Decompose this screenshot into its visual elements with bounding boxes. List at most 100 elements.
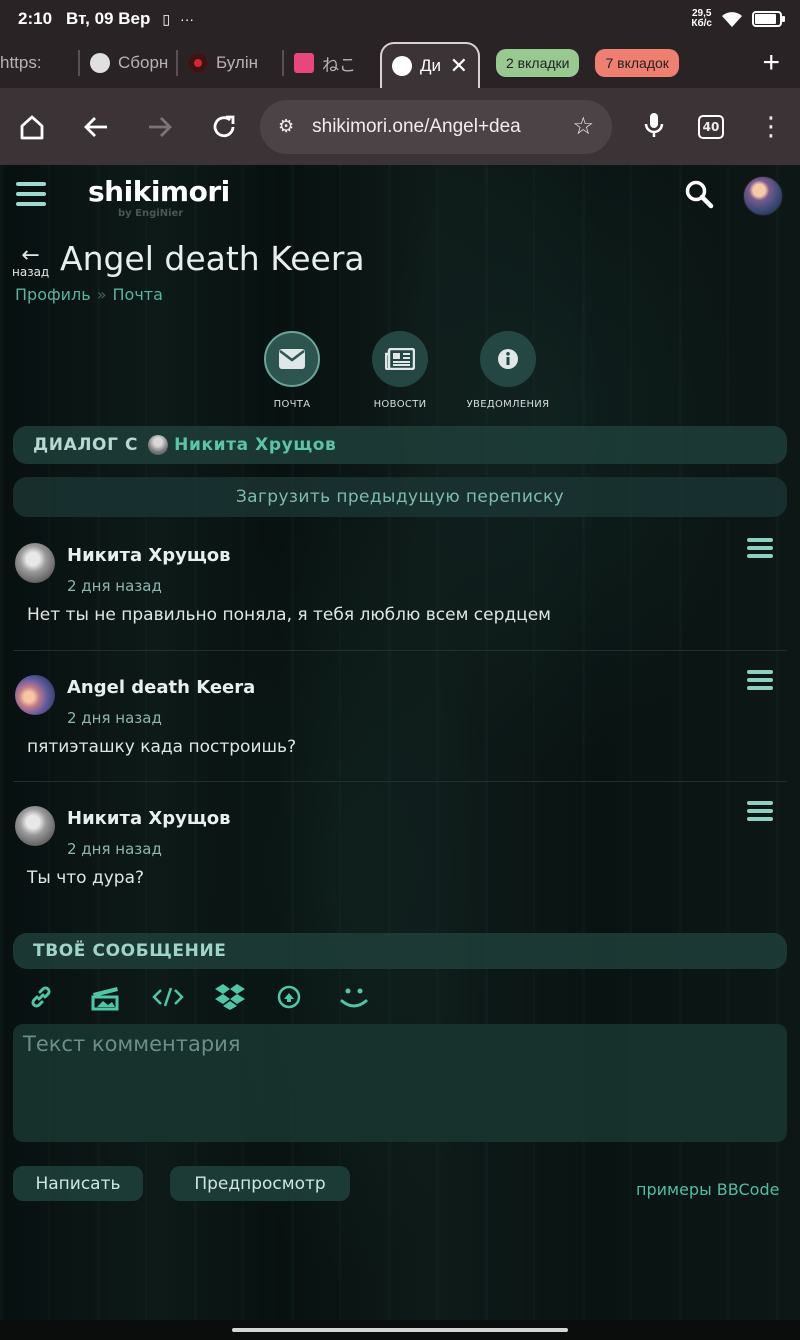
tab-label: ねこ (322, 55, 356, 75)
browser-tab-active[interactable]: Ди ✕ (380, 42, 480, 88)
message-time[interactable]: 2 дня назад (67, 709, 162, 727)
tab-label: Сборн (118, 53, 169, 72)
site-header: shikimori by EngiNier (0, 165, 800, 229)
back-label: назад (12, 265, 50, 279)
close-tab-icon[interactable]: ✕ (450, 53, 468, 79)
shikimori-favicon-icon (392, 56, 412, 76)
subnav-notifications[interactable]: УВЕДОМЛЕНИЯ (453, 331, 563, 410)
message-divider (13, 781, 787, 782)
tab-group-green[interactable]: 2 вкладки (496, 49, 580, 77)
breadcrumb-mail[interactable]: Почта (113, 285, 163, 304)
tab-label: Булін (216, 53, 258, 72)
address-bar[interactable]: ⚙ shikimori.one/Angel+dea ☆ (260, 99, 612, 154)
browser-toolbar: ⚙ shikimori.one/Angel+dea ☆ 40 ⋮ (0, 88, 800, 165)
microphone-icon[interactable] (644, 111, 664, 143)
upload-icon[interactable] (276, 979, 338, 1015)
composer-heading: ТВОЁ СООБЩЕНИЕ (13, 933, 787, 969)
home-gesture-handle[interactable] (232, 1328, 568, 1332)
sim-icon: ▯ (162, 10, 171, 27)
back-arrow-icon: ← (21, 243, 40, 268)
back-arrow-icon[interactable] (80, 111, 112, 143)
new-tab-icon[interactable]: + (762, 46, 780, 80)
message-author[interactable]: Angel death Keera (67, 677, 255, 698)
message-menu-icon[interactable] (747, 538, 773, 558)
browser-tab-strip: https: Сборн Булін ねこ Ди ✕ 2 вкладки 7 в… (0, 38, 800, 88)
web-page: shikimori by EngiNier ← назад Angel deat… (0, 165, 800, 1320)
forward-arrow-icon[interactable] (144, 111, 176, 143)
message-text: пятиэташку када построишь? (27, 737, 297, 757)
message-menu-icon[interactable] (747, 801, 773, 821)
smile-icon[interactable] (338, 979, 400, 1015)
info-icon (480, 331, 536, 387)
message-divider (13, 650, 787, 651)
link-icon[interactable] (28, 979, 90, 1015)
tab-label: https: (0, 53, 42, 72)
browser-tab[interactable]: ねこ (284, 45, 380, 81)
newspaper-icon (372, 331, 428, 387)
subnav-notifications-label: УВЕДОМЛЕНИЯ (466, 399, 550, 410)
message-author[interactable]: Никита Хрущов (67, 808, 231, 829)
subnav-news-label: НОВОСТИ (373, 399, 427, 410)
network-speed: 29,5 Кб/с (691, 9, 712, 29)
submit-button[interactable]: Написать (13, 1166, 143, 1201)
battery-icon (752, 11, 785, 27)
bookmark-star-icon[interactable]: ☆ (572, 112, 594, 141)
message-time[interactable]: 2 дня назад (67, 577, 162, 595)
browser-tab[interactable]: Сборн (80, 45, 176, 81)
site-settings-icon[interactable]: ⚙ (278, 116, 294, 137)
subnav-mail-label: ПОЧТА (273, 399, 311, 410)
dialog-user-avatar[interactable] (148, 435, 169, 455)
reload-icon[interactable] (208, 111, 240, 143)
back-link[interactable]: ← назад (12, 243, 50, 280)
preview-button[interactable]: Предпросмотр (170, 1166, 350, 1201)
dialog-heading: ДИАЛОГ С Никита Хрущов (13, 426, 787, 464)
site-logo[interactable]: shikimori (88, 175, 230, 208)
dialog-user-link[interactable]: Никита Хрущов (174, 435, 336, 455)
home-icon[interactable] (16, 111, 48, 143)
message-text: Нет ты не правильно поняла, я тебя люблю… (27, 605, 552, 625)
tab-label: Ди (420, 56, 442, 75)
message-author[interactable]: Никита Хрущов (67, 545, 231, 566)
breadcrumb-profile[interactable]: Профиль (15, 285, 91, 304)
message-avatar[interactable] (15, 675, 55, 715)
wifi-icon (722, 12, 742, 27)
user-avatar[interactable] (743, 176, 783, 216)
globe-icon (90, 53, 110, 73)
message-time[interactable]: 2 дня назад (67, 840, 162, 858)
message-avatar[interactable] (15, 806, 55, 846)
message-text: Ты что дура? (27, 868, 145, 888)
status-date: Вт, 09 Вер (66, 9, 151, 28)
page-title: Angel death Keera (60, 239, 365, 278)
browser-tab[interactable]: Булін (178, 45, 282, 81)
bbcode-examples-link[interactable]: примеры BBCode (636, 1180, 779, 1199)
load-previous-button[interactable]: Загрузить предыдущую переписку (13, 477, 787, 517)
subnav-mail[interactable]: ПОЧТА (237, 331, 347, 410)
logo-subtitle: by EngiNier (118, 208, 184, 219)
system-nav-bar (0, 1320, 800, 1340)
hamburger-menu-icon[interactable] (16, 182, 46, 206)
dialog-heading-label: ДИАЛОГ С (33, 435, 139, 455)
url-text: shikimori.one/Angel+dea (312, 115, 521, 137)
record-icon (188, 53, 208, 73)
dropbox-icon[interactable] (214, 979, 276, 1015)
tab-switcher-button[interactable]: 40 (698, 114, 724, 139)
code-icon[interactable] (152, 979, 214, 1015)
envelope-icon (264, 331, 320, 387)
breadcrumb-separator-icon: » (96, 285, 107, 304)
image-icon[interactable] (90, 979, 152, 1015)
browser-tab[interactable]: https: (0, 45, 78, 81)
breadcrumb: Профиль » Почта (15, 285, 163, 304)
message-avatar[interactable] (15, 543, 55, 583)
anime-site-icon (294, 53, 314, 73)
status-bar: 2:10 Вт, 09 Вер ▯ ··· 29,5 Кб/с (0, 0, 800, 38)
comment-textarea[interactable] (13, 1024, 787, 1142)
search-icon[interactable] (684, 179, 714, 209)
tab-group-red[interactable]: 7 вкладок (595, 49, 679, 77)
speed-unit: Кб/с (691, 18, 712, 29)
status-time: 2:10 (18, 9, 53, 28)
editor-toolbar (28, 979, 400, 1015)
subnav-news[interactable]: НОВОСТИ (345, 331, 455, 410)
message-menu-icon[interactable] (747, 670, 773, 690)
browser-menu-icon[interactable]: ⋮ (758, 114, 784, 140)
more-notifications-icon: ··· (180, 11, 195, 27)
